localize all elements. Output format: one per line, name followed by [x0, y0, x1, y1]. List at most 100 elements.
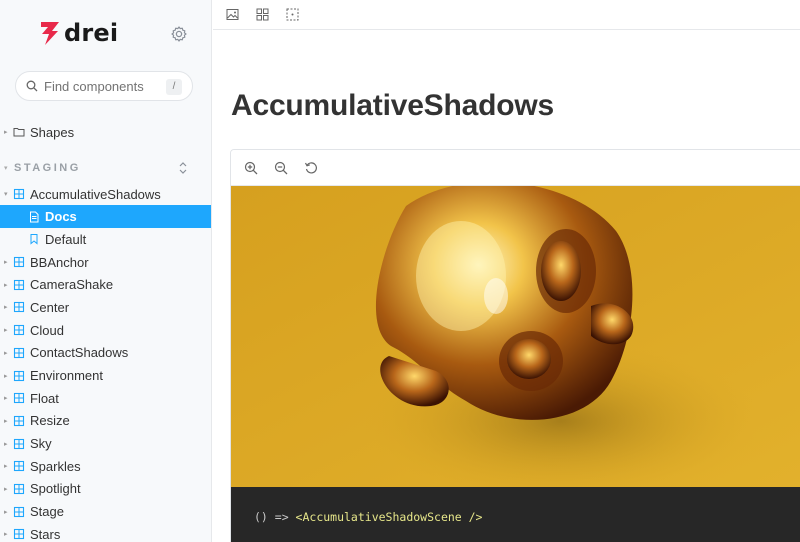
- grid-view-button[interactable]: [252, 4, 272, 24]
- caret-right-icon: ▸: [4, 304, 8, 312]
- sidebar-item-label: Default: [45, 231, 87, 247]
- component-icon: [13, 324, 25, 336]
- sidebar-item-stars[interactable]: ▸ Stars: [0, 523, 211, 542]
- sidebar-item-label: Center: [30, 299, 70, 315]
- code-snippet[interactable]: () => <AccumulativeShadowScene />: [231, 487, 800, 542]
- sidebar-item-label: Sky: [30, 436, 52, 452]
- caret-down-icon: ▾: [4, 191, 8, 199]
- zoom-reset-icon: [304, 162, 317, 174]
- component-icon: [13, 347, 25, 359]
- search-shortcut-hint: /: [166, 79, 182, 95]
- search-input[interactable]: [44, 78, 156, 94]
- sidebar-item-label: Float: [30, 390, 59, 406]
- page-title: AccumulativeShadows: [231, 89, 554, 122]
- story-preview: () => <AccumulativeShadowScene />: [230, 149, 800, 542]
- sidebar-item-bbanchor[interactable]: ▸ BBAnchor: [0, 251, 211, 274]
- code-component-tag: <AccumulativeShadowScene />: [295, 510, 483, 524]
- component-icon: [13, 415, 25, 427]
- component-icon: [13, 392, 25, 404]
- sidebar-item-default[interactable]: Default: [0, 228, 211, 251]
- component-icon: [13, 301, 25, 313]
- sidebar-item-center[interactable]: ▸ Center: [0, 296, 211, 319]
- caret-right-icon: ▸: [4, 417, 8, 425]
- brand-name: drei: [64, 19, 119, 47]
- zoom-reset-button[interactable]: [301, 158, 321, 178]
- sidebar-item-label: Environment: [30, 368, 103, 384]
- zoom-in-icon: [244, 161, 258, 175]
- sidebar: drei / ▸ Shapes ▾ STAGING ▾: [0, 0, 212, 542]
- caret-right-icon: ▸: [4, 129, 8, 137]
- component-icon: [13, 528, 25, 540]
- settings-button[interactable]: [170, 25, 188, 43]
- sidebar-item-camerashake[interactable]: ▸ CameraShake: [0, 273, 211, 296]
- sidebar-item-cloud[interactable]: ▸ Cloud: [0, 319, 211, 342]
- sidebar-item-label: Sparkles: [30, 458, 81, 474]
- caret-right-icon: ▸: [4, 349, 8, 357]
- golden-monkey-head-render: [231, 186, 800, 487]
- sidebar-item-shapes[interactable]: ▸ Shapes: [0, 121, 211, 144]
- grid-icon: [256, 8, 268, 20]
- sidebar-section-staging[interactable]: ▾ STAGING: [0, 153, 211, 183]
- image-view-button[interactable]: [222, 4, 242, 24]
- zoom-out-icon: [274, 161, 288, 175]
- component-icon: [13, 256, 25, 268]
- sidebar-item-label: Spotlight: [30, 481, 81, 497]
- sidebar-item-resize[interactable]: ▸ Resize: [0, 410, 211, 433]
- caret-down-icon: ▾: [4, 164, 8, 172]
- sidebar-item-accumulativeshadows[interactable]: ▾ AccumulativeShadows: [0, 183, 211, 206]
- caret-right-icon: ▸: [4, 508, 8, 516]
- caret-right-icon: ▸: [4, 440, 8, 448]
- sidebar-item-float[interactable]: ▸ Float: [0, 387, 211, 410]
- sidebar-item-label: Stars: [30, 526, 61, 542]
- folder-icon: [13, 126, 25, 138]
- search-icon: [26, 80, 38, 92]
- sidebar-item-contactshadows[interactable]: ▸ ContactShadows: [0, 342, 211, 365]
- sidebar-item-label: AccumulativeShadows: [30, 186, 161, 202]
- expand-collapse-icon[interactable]: [177, 161, 189, 175]
- sidebar-item-stage[interactable]: ▸ Stage: [0, 500, 211, 523]
- caret-right-icon: ▸: [4, 485, 8, 493]
- outline-icon: [286, 8, 298, 20]
- component-icon: [13, 188, 25, 200]
- section-label: STAGING: [14, 161, 81, 174]
- brand-logo[interactable]: drei: [38, 18, 118, 48]
- sidebar-item-docs[interactable]: Docs: [0, 205, 211, 229]
- sidebar-item-label: BBAnchor: [30, 254, 89, 270]
- component-icon: [13, 506, 25, 518]
- sidebar-item-label: Shapes: [30, 124, 75, 140]
- sidebar-item-label: Stage: [30, 504, 64, 520]
- code-arrow: () =>: [254, 510, 296, 524]
- component-icon: [13, 483, 25, 495]
- caret-right-icon: ▸: [4, 463, 8, 471]
- document-icon: [28, 211, 40, 223]
- sidebar-item-spotlight[interactable]: ▸ Spotlight: [0, 478, 211, 501]
- sidebar-item-sky[interactable]: ▸ Sky: [0, 432, 211, 455]
- preview-toolbar: [231, 150, 800, 186]
- sidebar-item-label: ContactShadows: [30, 345, 129, 361]
- zoom-out-button[interactable]: [271, 158, 291, 178]
- caret-right-icon: ▸: [4, 327, 8, 335]
- sidebar-item-sparkles[interactable]: ▸ Sparkles: [0, 455, 211, 478]
- search-box[interactable]: /: [15, 71, 193, 101]
- sidebar-item-label: Cloud: [30, 322, 64, 338]
- sidebar-item-label: Docs: [45, 209, 77, 225]
- drei-logo-mark-icon: [41, 22, 59, 45]
- outline-view-button[interactable]: [282, 4, 302, 24]
- zoom-in-button[interactable]: [241, 158, 261, 178]
- caret-right-icon: ▸: [4, 281, 8, 289]
- code-line: () => <AccumulativeShadowScene />: [254, 510, 482, 524]
- component-icon: [13, 460, 25, 472]
- 3d-canvas[interactable]: [231, 186, 800, 487]
- sidebar-item-label: Resize: [30, 413, 70, 429]
- main-toolbar: [213, 0, 800, 30]
- component-icon: [13, 370, 25, 382]
- caret-right-icon: ▸: [4, 531, 8, 539]
- gear-icon: [171, 26, 187, 42]
- sidebar-item-environment[interactable]: ▸ Environment: [0, 364, 211, 387]
- bookmark-icon: [28, 233, 40, 245]
- image-icon: [226, 8, 238, 20]
- caret-right-icon: ▸: [4, 395, 8, 403]
- sidebar-item-label: CameraShake: [30, 277, 114, 293]
- component-icon: [13, 438, 25, 450]
- caret-right-icon: ▸: [4, 259, 8, 267]
